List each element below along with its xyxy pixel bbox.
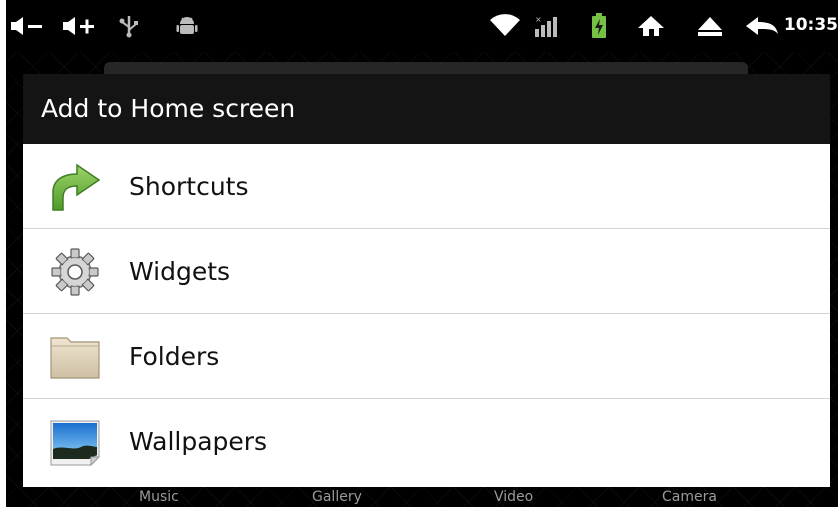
dock-label-video[interactable]: Video bbox=[494, 487, 533, 507]
android-debug-icon bbox=[176, 14, 198, 38]
dock-label-music[interactable]: Music bbox=[139, 487, 179, 507]
dialog-title: Add to Home screen bbox=[23, 74, 830, 144]
add-to-home-screen-dialog: Add to Home screen Shortcuts Widgets Fol… bbox=[23, 74, 830, 487]
gear-icon bbox=[47, 247, 103, 297]
option-label: Folders bbox=[129, 342, 220, 371]
option-label: Wallpapers bbox=[129, 427, 268, 456]
dialog-options-list: Shortcuts Widgets Folders Wallpapers bbox=[23, 144, 830, 484]
dock-label-camera[interactable]: Camera bbox=[662, 487, 717, 507]
folder-icon bbox=[47, 332, 103, 382]
back-icon[interactable] bbox=[744, 14, 780, 38]
eject-icon[interactable] bbox=[696, 14, 724, 38]
status-clock: 10:35 bbox=[783, 15, 838, 35]
status-bar: × 10:35 bbox=[6, 0, 838, 52]
option-shortcuts[interactable]: Shortcuts bbox=[23, 144, 830, 229]
usb-icon bbox=[118, 14, 140, 38]
option-wallpapers[interactable]: Wallpapers bbox=[23, 399, 830, 484]
option-widgets[interactable]: Widgets bbox=[23, 229, 830, 314]
home-icon[interactable] bbox=[636, 14, 666, 38]
wifi-icon bbox=[488, 14, 522, 38]
wallpaper-icon bbox=[47, 417, 103, 467]
option-label: Shortcuts bbox=[129, 172, 249, 201]
svg-text:×: × bbox=[535, 15, 542, 24]
battery-charging-icon bbox=[590, 13, 608, 38]
volume-up-icon[interactable] bbox=[62, 14, 106, 38]
signal-icon: × bbox=[534, 14, 560, 38]
shortcut-arrow-icon bbox=[47, 162, 103, 212]
dock-bar: Music Gallery Video Camera bbox=[6, 487, 838, 507]
option-folders[interactable]: Folders bbox=[23, 314, 830, 399]
option-label: Widgets bbox=[129, 257, 231, 286]
volume-down-icon[interactable] bbox=[10, 14, 46, 38]
dock-label-gallery[interactable]: Gallery bbox=[312, 487, 362, 507]
